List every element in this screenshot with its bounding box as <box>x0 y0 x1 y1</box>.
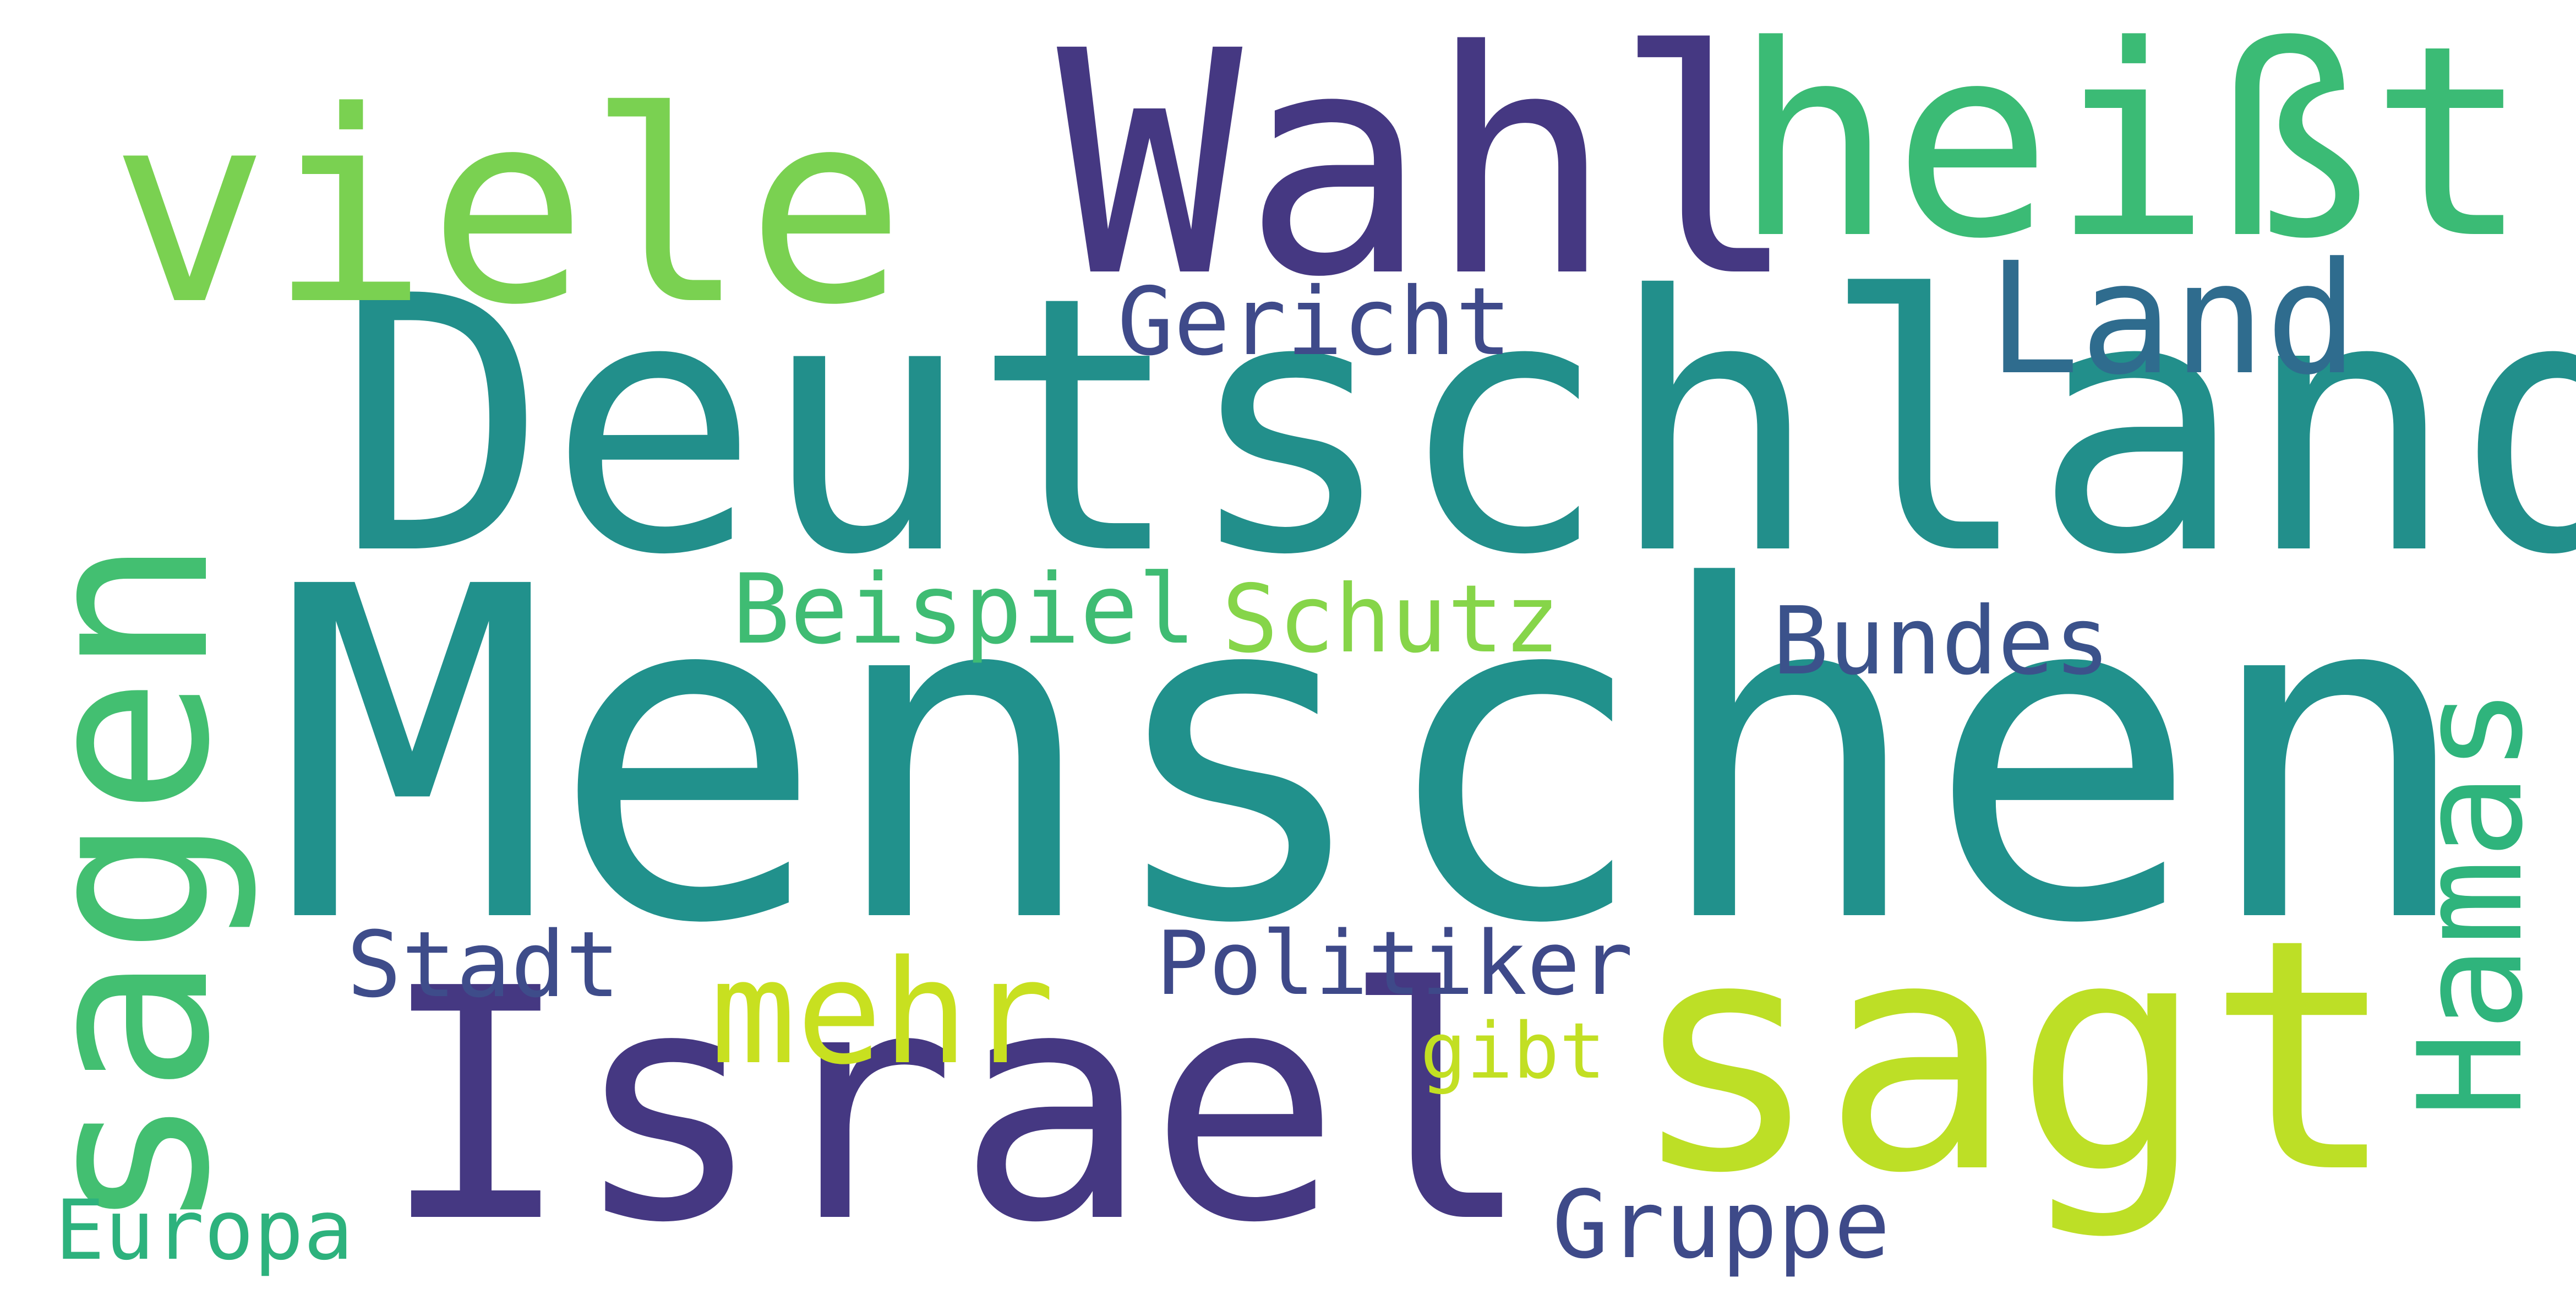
word-sagen: sagen <box>0 537 261 1233</box>
word-land: Land <box>1987 230 2359 409</box>
word-europa: Europa <box>55 1183 353 1279</box>
word-gibt: gibt <box>1420 1007 1606 1096</box>
word-mehr: mehr <box>710 930 1055 1096</box>
word-cloud: Menschen Deutschland Israel sagt Wahl vi… <box>0 0 2576 1305</box>
word-sagt: sagt <box>1629 871 2398 1243</box>
word-beispiel: Beispiel <box>732 554 1196 666</box>
word-schutz: Schutz <box>1222 565 1560 674</box>
word-politiker: Politiker <box>1156 912 1633 1015</box>
word-hamas: Hamas <box>2388 687 2555 1118</box>
word-bundes: Bundes <box>1772 587 2111 696</box>
word-gruppe: Gruppe <box>1552 1171 1891 1280</box>
word-viele: viele <box>110 55 905 363</box>
word-gericht: Gericht <box>1117 268 1512 377</box>
word-stadt: Stadt <box>347 912 620 1018</box>
